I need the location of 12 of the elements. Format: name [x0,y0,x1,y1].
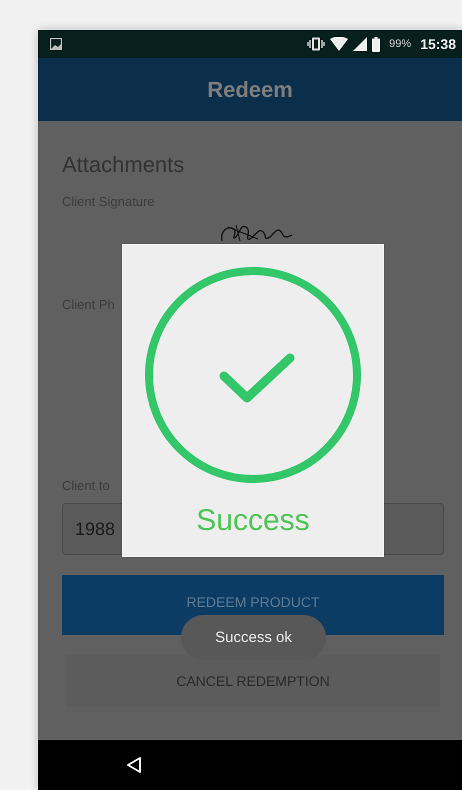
battery-percentage: 99% [389,38,412,50]
vibrate-icon [307,37,326,51]
back-icon[interactable] [125,756,143,774]
wifi-icon [330,37,348,51]
screen-title: Redeem [207,76,293,102]
dialog-message: Success [196,504,310,538]
image-icon [50,38,62,50]
success-toast: Success ok [181,615,326,660]
check-circle-icon [144,266,362,484]
signal-icon [353,37,368,51]
clock-time: 15:38 [420,36,456,52]
battery-icon [372,36,380,52]
